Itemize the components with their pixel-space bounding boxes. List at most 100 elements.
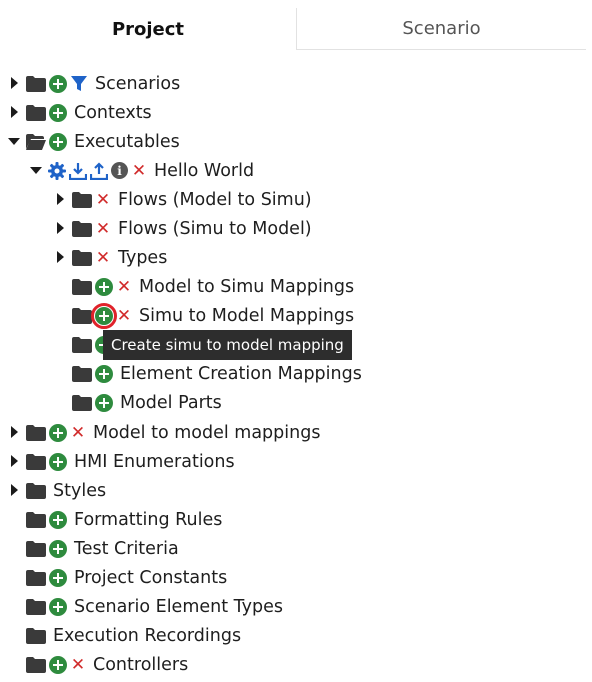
add-icon[interactable] bbox=[49, 132, 67, 151]
tree-item-label: Flows (Simu to Model) bbox=[118, 218, 312, 239]
folder-icon bbox=[26, 511, 46, 528]
folder-icon bbox=[26, 569, 46, 586]
add-icon[interactable] bbox=[49, 597, 67, 616]
tree-item-contexts[interactable]: Contexts bbox=[8, 98, 152, 127]
tree-item-label: Model Parts bbox=[120, 392, 222, 413]
upload-icon[interactable] bbox=[90, 161, 108, 180]
folder-icon bbox=[26, 656, 46, 673]
tree-item-project-constants[interactable]: Project Constants bbox=[26, 563, 227, 592]
folder-icon bbox=[72, 307, 92, 324]
tree-item-types[interactable]: ✕ Types bbox=[54, 243, 167, 272]
tree-item-model-to-simu-mappings[interactable]: ✕ Model to Simu Mappings bbox=[72, 272, 354, 301]
delete-icon[interactable]: ✕ bbox=[131, 162, 147, 179]
tree-item-simu-to-model-mappings[interactable]: ✕ Simu to Model Mappings bbox=[72, 301, 354, 330]
add-icon[interactable] bbox=[49, 510, 67, 529]
tab-scenario[interactable]: Scenario bbox=[296, 8, 586, 50]
folder-icon bbox=[72, 249, 92, 266]
tree-item-label: Contexts bbox=[74, 102, 152, 123]
caret-right-icon[interactable] bbox=[8, 69, 22, 98]
tree-item-label: Styles bbox=[53, 480, 107, 501]
tree-item-label: HMI Enumerations bbox=[74, 451, 235, 472]
tab-bar: Project Scenario bbox=[0, 0, 592, 52]
folder-icon bbox=[72, 394, 92, 411]
add-icon[interactable] bbox=[49, 452, 67, 471]
filter-icon[interactable] bbox=[70, 75, 88, 93]
tree-item-label: Element Creation Mappings bbox=[120, 363, 362, 384]
add-icon[interactable] bbox=[49, 103, 67, 122]
caret-right-icon[interactable] bbox=[8, 418, 22, 447]
add-icon[interactable] bbox=[95, 364, 113, 383]
add-icon[interactable] bbox=[49, 568, 67, 587]
tree-item-label: Model to model mappings bbox=[93, 422, 321, 443]
folder-icon bbox=[72, 365, 92, 382]
add-icon[interactable] bbox=[49, 655, 67, 674]
caret-down-icon[interactable] bbox=[8, 127, 22, 156]
folder-icon bbox=[26, 75, 46, 92]
tree-item-executables[interactable]: Executables bbox=[8, 127, 180, 156]
tree-item-label: Executables bbox=[74, 131, 180, 152]
tree-item-model-to-model-mappings[interactable]: ✕ Model to model mappings bbox=[8, 418, 320, 447]
add-icon[interactable] bbox=[49, 423, 67, 442]
caret-down-icon[interactable] bbox=[30, 156, 44, 185]
add-icon[interactable] bbox=[49, 539, 67, 558]
add-icon[interactable] bbox=[49, 74, 67, 93]
caret-right-icon[interactable] bbox=[8, 447, 22, 476]
delete-icon[interactable]: ✕ bbox=[116, 278, 132, 295]
tree-item-scenario-element-types[interactable]: Scenario Element Types bbox=[26, 592, 283, 621]
delete-icon[interactable]: ✕ bbox=[95, 249, 111, 266]
tree-item-controllers[interactable]: ✕ Controllers bbox=[26, 650, 188, 679]
tree-item-label: Execution Recordings bbox=[53, 625, 242, 646]
create-simu-to-model-mapping-button[interactable] bbox=[91, 302, 117, 329]
add-icon[interactable] bbox=[95, 277, 113, 296]
tree-item-label: Formatting Rules bbox=[74, 509, 223, 530]
download-icon[interactable] bbox=[69, 162, 87, 180]
folder-icon bbox=[26, 540, 46, 557]
folder-icon bbox=[72, 336, 92, 353]
tree-item-model-parts[interactable]: Model Parts bbox=[72, 388, 222, 417]
gear-icon[interactable] bbox=[48, 161, 66, 180]
tree-item-label: Test Criteria bbox=[74, 538, 179, 559]
folder-icon bbox=[72, 220, 92, 237]
folder-icon bbox=[72, 191, 92, 208]
delete-icon[interactable]: ✕ bbox=[95, 191, 111, 208]
delete-icon[interactable]: ✕ bbox=[70, 424, 86, 441]
folder-icon bbox=[26, 453, 46, 470]
caret-right-icon[interactable] bbox=[54, 243, 68, 272]
caret-right-icon[interactable] bbox=[54, 185, 68, 214]
tree-item-flows-model-to-simu[interactable]: ✕ Flows (Model to Simu) bbox=[54, 185, 312, 214]
tree-item-test-criteria[interactable]: Test Criteria bbox=[26, 534, 179, 563]
tree-item-execution-recordings[interactable]: Execution Recordings bbox=[26, 621, 241, 650]
tab-project[interactable]: Project bbox=[0, 8, 296, 50]
caret-right-icon[interactable] bbox=[54, 214, 68, 243]
folder-open-icon bbox=[26, 133, 46, 150]
delete-icon[interactable]: ✕ bbox=[70, 656, 86, 673]
folder-icon bbox=[26, 598, 46, 615]
tree-item-label: Controllers bbox=[93, 654, 189, 675]
tree-item-label: Model to Simu Mappings bbox=[139, 276, 355, 297]
tree-item-hmi-enumerations[interactable]: HMI Enumerations bbox=[8, 447, 235, 476]
delete-icon[interactable]: ✕ bbox=[116, 307, 132, 324]
caret-right-icon[interactable] bbox=[8, 476, 22, 505]
tree-item-label: Scenarios bbox=[95, 73, 181, 94]
add-icon[interactable] bbox=[95, 393, 113, 412]
tree-item-formatting-rules[interactable]: Formatting Rules bbox=[26, 505, 222, 534]
tree-item-flows-simu-to-model[interactable]: ✕ Flows (Simu to Model) bbox=[54, 214, 312, 243]
tree-item-element-creation-mappings[interactable]: Element Creation Mappings bbox=[72, 359, 362, 388]
folder-icon bbox=[26, 482, 46, 499]
folder-icon bbox=[72, 278, 92, 295]
delete-icon[interactable]: ✕ bbox=[95, 220, 111, 237]
tree-item-hello-world[interactable]: i ✕ Hello World bbox=[30, 156, 254, 185]
tree-item-scenarios[interactable]: Scenarios bbox=[8, 69, 180, 98]
tree-item-styles[interactable]: Styles bbox=[8, 476, 106, 505]
info-icon[interactable]: i bbox=[111, 162, 128, 179]
tree-item-label: Simu to Model Mappings bbox=[139, 305, 355, 326]
tree-item-label: Scenario Element Types bbox=[74, 596, 283, 617]
folder-icon bbox=[26, 627, 46, 644]
tree-item-label: Flows (Model to Simu) bbox=[118, 189, 312, 210]
tree-item-label: Project Constants bbox=[74, 567, 228, 588]
tree-item-label: Types bbox=[118, 247, 168, 268]
tooltip: Create simu to model mapping bbox=[103, 330, 352, 360]
caret-right-icon[interactable] bbox=[8, 98, 22, 127]
folder-icon bbox=[26, 424, 46, 441]
folder-icon bbox=[26, 104, 46, 121]
